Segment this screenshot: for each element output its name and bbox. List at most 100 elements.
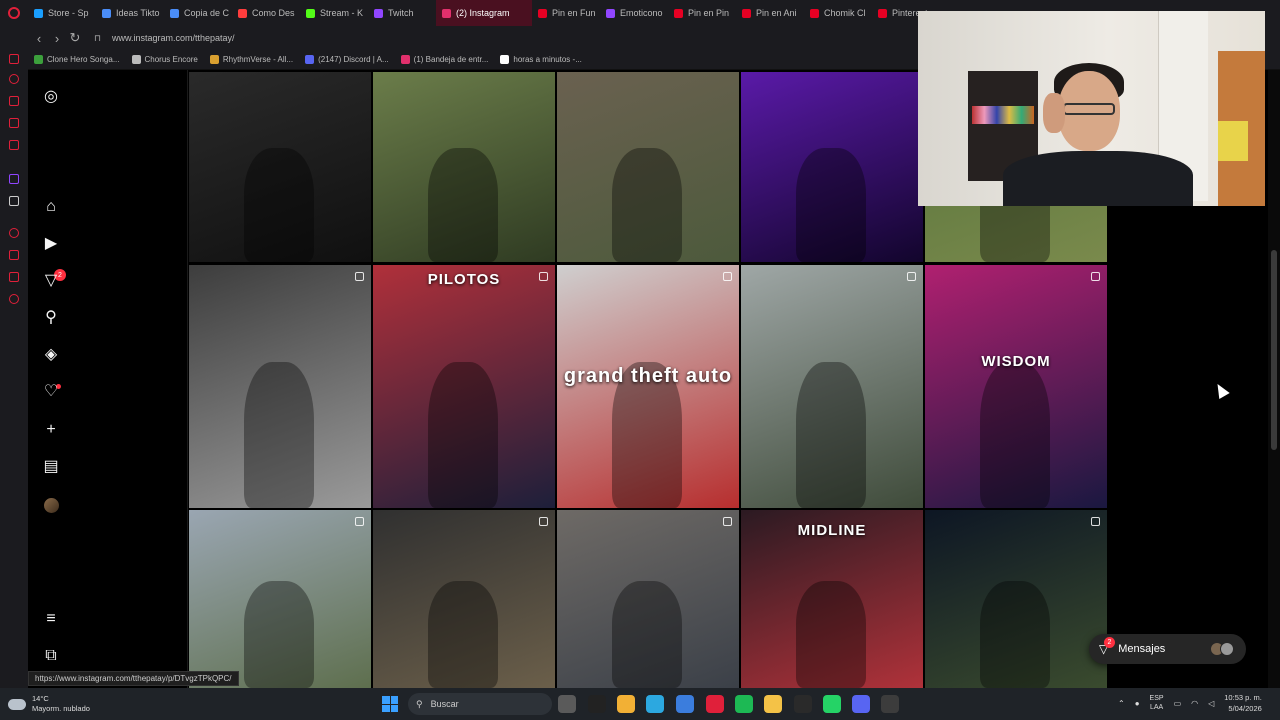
language-indicator[interactable]: ESP LAA: [1150, 694, 1164, 712]
sidebar-app-icon[interactable]: [9, 272, 19, 282]
browser-tab[interactable]: Chomik Cl: [804, 0, 872, 26]
search-icon[interactable]: ⚲: [42, 309, 60, 327]
explore-icon[interactable]: ◈: [42, 346, 60, 364]
bookmark-item[interactable]: Chorus Encore: [131, 55, 198, 64]
display-icon[interactable]: ▭: [1174, 699, 1182, 708]
bookmark-item[interactable]: horas a minutos -...: [500, 55, 582, 64]
folder-icon[interactable]: [764, 695, 782, 713]
opera-logo-icon[interactable]: [0, 0, 28, 26]
search-icon: ⚲: [416, 698, 423, 709]
post-thumbnail[interactable]: [741, 72, 923, 262]
messages-button[interactable]: ▽ 2 Mensajes: [1089, 634, 1246, 664]
bookmark-item[interactable]: (1) Bandeja de entr...: [400, 55, 488, 64]
sidebar-app-icon[interactable]: [9, 118, 19, 128]
tab-label: Emoticono: [620, 8, 663, 18]
reels-icon[interactable]: ▶: [42, 235, 60, 253]
search-placeholder: Buscar: [430, 699, 459, 709]
microphone-icon[interactable]: ●: [1135, 699, 1140, 708]
post-thumbnail[interactable]: [373, 72, 555, 262]
obs-icon[interactable]: [881, 695, 899, 713]
create-icon[interactable]: +: [42, 421, 60, 439]
bookmark-item[interactable]: Clone Hero Songa...: [34, 55, 120, 64]
page-scrollbar[interactable]: [1268, 70, 1280, 688]
sidebar-app-icon[interactable]: [9, 140, 19, 150]
whatsapp-icon[interactable]: [823, 695, 841, 713]
discord-icon[interactable]: [852, 695, 870, 713]
post-thumbnail[interactable]: [189, 265, 371, 508]
reload-icon[interactable]: ↻: [66, 26, 84, 50]
start-button[interactable]: [382, 696, 398, 712]
url-field[interactable]: www.instagram.com/tthepatay/: [112, 33, 235, 43]
bookmark-item[interactable]: (2147) Discord | A...: [305, 55, 389, 64]
scroll-thumb[interactable]: [1271, 250, 1277, 450]
browser-tab[interactable]: Ideas Tikto: [96, 0, 164, 26]
weather-desc: Mayorm. nublado: [32, 704, 90, 713]
capcut-icon[interactable]: [588, 695, 606, 713]
carousel-icon: [539, 517, 548, 526]
taskbar-search[interactable]: ⚲ Buscar: [408, 693, 552, 715]
sidebar-x-icon[interactable]: [9, 196, 19, 206]
post-thumbnail[interactable]: [189, 72, 371, 262]
sidebar-app-icon[interactable]: [9, 228, 19, 238]
forward-icon[interactable]: ›: [48, 26, 66, 50]
bookmark-label: (2147) Discord | A...: [318, 55, 389, 64]
tab-favicon-icon: [170, 8, 179, 18]
notifications-heart-icon[interactable]: ♡: [42, 383, 60, 401]
post-thumbnail[interactable]: [189, 510, 371, 688]
bookmark-favicon-icon: [400, 55, 410, 64]
browser-tab[interactable]: Twitch: [368, 0, 436, 26]
file-manager-icon[interactable]: [558, 695, 576, 713]
bookmark-label: Chorus Encore: [144, 55, 198, 64]
spotify-icon[interactable]: [735, 695, 753, 713]
bookmark-item[interactable]: RhythmVerse - All...: [209, 55, 293, 64]
clock-date: 5/04/2026: [1228, 704, 1262, 713]
post-thumbnail[interactable]: [373, 510, 555, 688]
weather-widget[interactable]: 14°C Mayorm. nublado: [8, 694, 90, 714]
browser-tab[interactable]: Copia de C: [164, 0, 232, 26]
browser-tab[interactable]: Como Des: [232, 0, 300, 26]
photos-icon[interactable]: [617, 695, 635, 713]
sidebar-more-icon[interactable]: [9, 652, 19, 662]
browser-tab[interactable]: Pin en Fun: [532, 0, 600, 26]
tab-label: Store - Sp: [48, 8, 89, 18]
browser-tab[interactable]: Pin en Pin: [668, 0, 736, 26]
post-thumbnail[interactable]: [557, 510, 739, 688]
browser-tab[interactable]: Emoticono: [600, 0, 668, 26]
edge-icon[interactable]: [646, 695, 664, 713]
volume-icon[interactable]: ◁: [1208, 699, 1214, 708]
browser-tab[interactable]: Store - Sp: [28, 0, 96, 26]
language-code: ESP: [1149, 695, 1164, 702]
clock[interactable]: 10:53 p. m. 5/04/2026: [1224, 692, 1262, 714]
back-icon[interactable]: ‹: [30, 26, 48, 50]
post-thumbnail[interactable]: [925, 510, 1107, 688]
sidebar-app-icon[interactable]: [9, 250, 19, 260]
post-thumbnail[interactable]: WISDOM: [925, 265, 1107, 508]
more-menu-icon[interactable]: ≡: [42, 610, 60, 628]
tray-chevron-icon[interactable]: ⌃: [1118, 699, 1125, 708]
post-thumbnail[interactable]: PILOTOS: [373, 265, 555, 508]
instagram-logo-icon[interactable]: ◎: [42, 88, 60, 106]
home-icon[interactable]: ⌂: [42, 198, 60, 216]
store-icon[interactable]: [676, 695, 694, 713]
post-thumbnail[interactable]: MIDLINE: [741, 510, 923, 688]
sidebar-app-icon[interactable]: [9, 74, 19, 84]
clock-time: 10:53 p. m.: [1224, 693, 1262, 702]
post-thumbnail[interactable]: [741, 265, 923, 508]
post-thumbnail[interactable]: [557, 72, 739, 262]
browser-tab[interactable]: Stream - K: [300, 0, 368, 26]
also-from-meta-icon[interactable]: ⧉: [42, 647, 60, 665]
sidebar-twitch-icon[interactable]: [9, 174, 19, 184]
opera-icon[interactable]: [706, 695, 724, 713]
sidebar-app-icon[interactable]: [9, 96, 19, 106]
epic-games-icon[interactable]: [794, 695, 812, 713]
dashboard-icon[interactable]: ▤: [42, 458, 60, 476]
messages-nav-icon[interactable]: ▽: [42, 272, 60, 290]
sidebar-app-icon[interactable]: [9, 54, 19, 64]
browser-tab[interactable]: (2) Instagram: [436, 0, 532, 26]
sidebar-settings-icon[interactable]: [9, 294, 19, 304]
post-thumbnail[interactable]: grand theft auto: [557, 265, 739, 508]
browser-tab[interactable]: Pin en Ani: [736, 0, 804, 26]
post-overlay-text: MIDLINE: [797, 522, 867, 539]
wifi-icon[interactable]: ◠: [1191, 699, 1198, 708]
profile-avatar[interactable]: [44, 498, 59, 513]
